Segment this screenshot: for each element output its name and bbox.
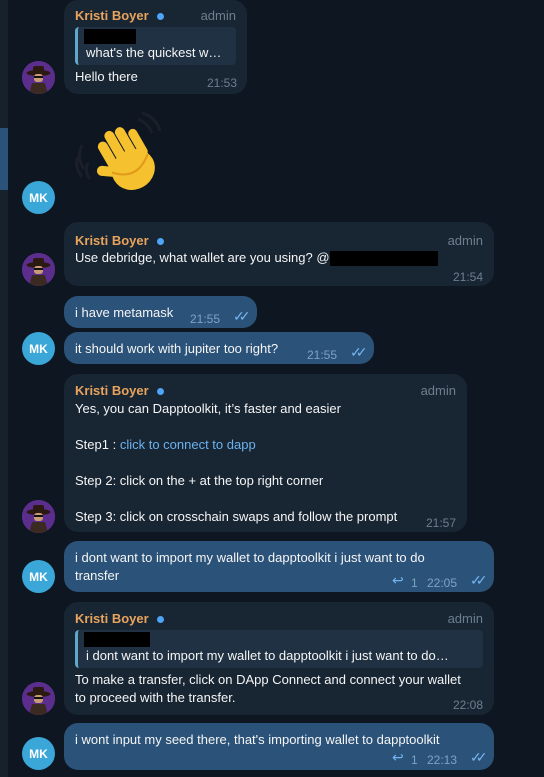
message-time: 21:53 — [206, 76, 237, 90]
quoted-text: i dont want to import my wallet to dappt… — [86, 648, 449, 663]
waving-hand-icon — [70, 105, 170, 224]
sender-name[interactable]: Kristi Boyer — [75, 610, 164, 628]
message-bubble[interactable]: it should work with jupiter too right? 2… — [64, 332, 374, 364]
sender-name[interactable]: Kristi Boyer — [75, 382, 164, 400]
redacted-block — [84, 632, 150, 647]
quoted-text: what's the quickest w… — [86, 45, 222, 60]
online-dot — [156, 238, 164, 246]
online-dot — [156, 388, 164, 396]
message-text: i wont input my seed there, that's impor… — [75, 732, 440, 747]
message-text: it should work with jupiter too right? — [75, 341, 279, 356]
read-checkmarks-icon: ✓✓ — [470, 572, 488, 588]
scroll-thumb[interactable] — [0, 128, 8, 190]
read-checkmarks-icon: ✓✓ — [233, 308, 251, 324]
message-time: 22:13 — [427, 753, 458, 767]
message-bubble[interactable]: Kristi Boyer admin i dont want to import… — [64, 602, 494, 715]
online-dot — [156, 13, 164, 21]
message-text: Step 3: click on crosschain swaps and fo… — [75, 509, 398, 524]
read-checkmarks-icon: ✓✓ — [470, 749, 488, 765]
message-time: 21:57 — [425, 516, 456, 530]
message-text: Yes, you can Dapptoolkit, it’s faster an… — [75, 401, 341, 416]
avatar-picture-icon — [22, 500, 55, 533]
read-checkmarks-icon: ✓✓ — [350, 344, 368, 360]
avatar-mk[interactable]: MK — [22, 560, 55, 593]
message-text: Step 2: click on the + at the top right … — [75, 473, 324, 488]
message-text: Step1 : click to connect to dapp — [75, 437, 256, 452]
message-text: Hello there — [75, 69, 138, 84]
avatar-mk[interactable]: MK — [22, 332, 55, 365]
message-time: 21:55 — [190, 312, 221, 326]
sender-name[interactable]: Kristi Boyer — [75, 7, 164, 25]
online-dot — [156, 616, 164, 624]
message-bubble[interactable]: Kristi Boyer admin Yes, you can Dapptool… — [64, 374, 467, 532]
message-bubble[interactable]: i dont want to import my wallet to dappt… — [64, 541, 494, 592]
avatar-kristi[interactable] — [22, 61, 55, 94]
avatar-picture-icon — [22, 61, 55, 94]
avatar-mk[interactable]: MK — [22, 181, 55, 214]
message-bubble[interactable]: Kristi Boyer admin Use debridge, what wa… — [64, 222, 494, 286]
sender-name[interactable]: Kristi Boyer — [75, 232, 164, 250]
role-badge: admin — [420, 383, 456, 398]
message-text: transfer — [75, 568, 120, 583]
avatar-picture-icon — [22, 682, 55, 715]
message-time: 21:55 — [307, 348, 338, 362]
avatar-kristi[interactable] — [22, 500, 55, 533]
avatar-kristi[interactable] — [22, 682, 55, 715]
message-text: i have metamask — [75, 305, 174, 320]
avatar-picture-icon — [22, 253, 55, 286]
redacted-block — [84, 29, 136, 44]
quoted-message[interactable]: i dont want to import my wallet to dappt… — [75, 630, 483, 668]
quoted-message[interactable]: what's the quickest w… — [75, 27, 236, 65]
role-badge: admin — [447, 611, 483, 626]
reply-count[interactable]: 1 — [411, 574, 418, 592]
redacted-block — [329, 251, 438, 267]
message-time: 21:54 — [452, 270, 483, 284]
message-time: 22:05 — [427, 576, 458, 590]
message-time: 22:08 — [452, 698, 483, 712]
role-badge: admin — [447, 233, 483, 248]
reply-icon[interactable]: ↩ — [392, 571, 404, 589]
message-text: To make a transfer, click on DApp Connec… — [75, 672, 461, 687]
message-text: Use debridge, what wallet are you using?… — [75, 249, 438, 267]
message-bubble[interactable]: i have metamask 21:55 ✓✓ — [64, 296, 257, 328]
message-text: i dont want to import my wallet to dappt… — [75, 550, 425, 565]
role-badge: admin — [200, 8, 236, 23]
chat-list-edge — [0, 0, 8, 777]
message-bubble[interactable]: i wont input my seed there, that's impor… — [64, 723, 494, 770]
message-text: to proceed with the transfer. — [75, 690, 236, 705]
message-bubble[interactable]: Kristi Boyer admin what's the quickest w… — [64, 0, 247, 94]
avatar-kristi[interactable] — [22, 253, 55, 286]
connect-dapp-link[interactable]: click to connect to dapp — [120, 437, 256, 452]
avatar-mk[interactable]: MK — [22, 737, 55, 770]
reply-icon[interactable]: ↩ — [392, 748, 404, 766]
reply-count[interactable]: 1 — [411, 751, 418, 769]
